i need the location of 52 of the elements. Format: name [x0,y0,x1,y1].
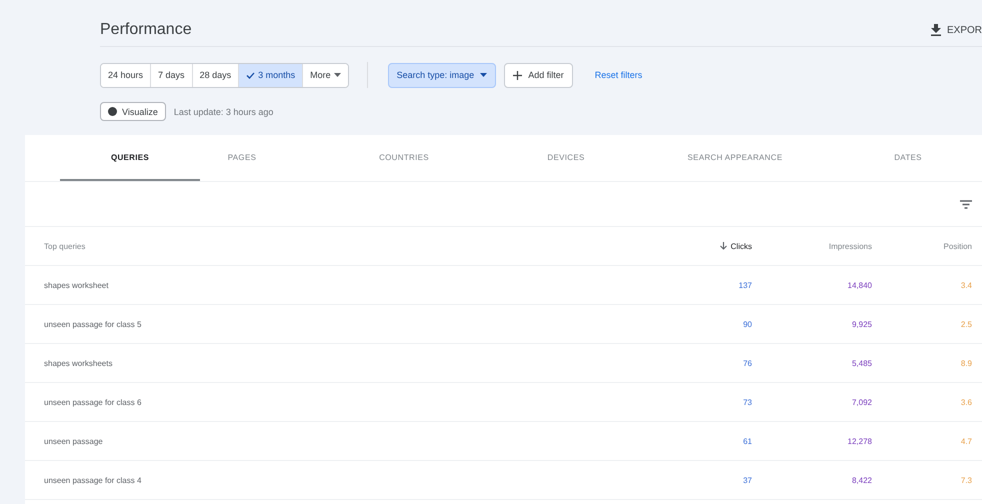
column-header[interactable]: Impressions [762,227,882,266]
table-cell: 137 [672,266,762,305]
report-tab[interactable]: QUERIES [60,135,200,181]
visualize-button[interactable]: Visualize [100,102,166,121]
filter-icon[interactable] [960,200,972,208]
report-tab[interactable]: COUNTRIES [284,135,524,181]
column-label: Clicks [730,242,752,250]
dot-icon [108,107,117,116]
table-cell: 14,840 [762,266,882,305]
table-cell: 5,485 [762,344,882,383]
reset-filters-link[interactable]: Reset filters [594,70,642,80]
table-cell: 4.7 [882,422,982,461]
table-cell: 3.4 [882,266,982,305]
table-cell: unseen passage for class 5 [25,305,672,344]
table-cell: 8.9 [882,344,982,383]
report-tab[interactable]: DATES [862,135,954,181]
table-cell: 8,422 [762,461,882,500]
column-header[interactable]: Clicks [672,227,762,266]
table-cell: 90 [672,305,762,344]
column-header[interactable]: Position [882,227,982,266]
page-title: Performance [100,21,192,39]
caret-icon [334,73,341,77]
table-cell: unseen passage [25,422,672,461]
table-cell: 12,278 [762,422,882,461]
table-cell: 76 [672,344,762,383]
caret-icon [480,73,488,77]
search-type-chip[interactable]: Search type: image [388,62,496,88]
date-range-option[interactable]: 3 months [238,64,302,86]
table-cell: 7.3 [882,461,982,500]
export-button[interactable]: EXPOR [930,24,982,36]
report-tab[interactable]: PAGES [200,135,284,181]
column-header: Top queries [25,227,672,266]
table-cell: 9,925 [762,305,882,344]
table-cell: 37 [672,461,762,500]
table-cell: 73 [672,383,762,422]
table-cell: 61 [672,422,762,461]
report-tab[interactable]: SEARCH APPEARANCE [608,135,862,181]
table-cell: unseen passage for class 4 [25,461,672,500]
check-icon [246,72,256,78]
table-cell: unseen passage for class 6 [25,383,672,422]
table-cell: 3.6 [882,383,982,422]
plus-icon [513,70,522,80]
date-range-option[interactable]: More [302,64,348,86]
sort-arrow-icon [720,242,727,250]
download-icon [930,24,941,36]
report-tab[interactable]: DEVICES [524,135,608,181]
add-filter-button[interactable]: Add filter [504,62,573,88]
table-cell: shapes worksheets [25,344,672,383]
last-update-text: Last update: 3 hours ago [174,106,274,116]
table-cell: 7,092 [762,383,882,422]
table-cell: 2.5 [882,305,982,344]
table-cell: shapes worksheet [25,266,672,305]
